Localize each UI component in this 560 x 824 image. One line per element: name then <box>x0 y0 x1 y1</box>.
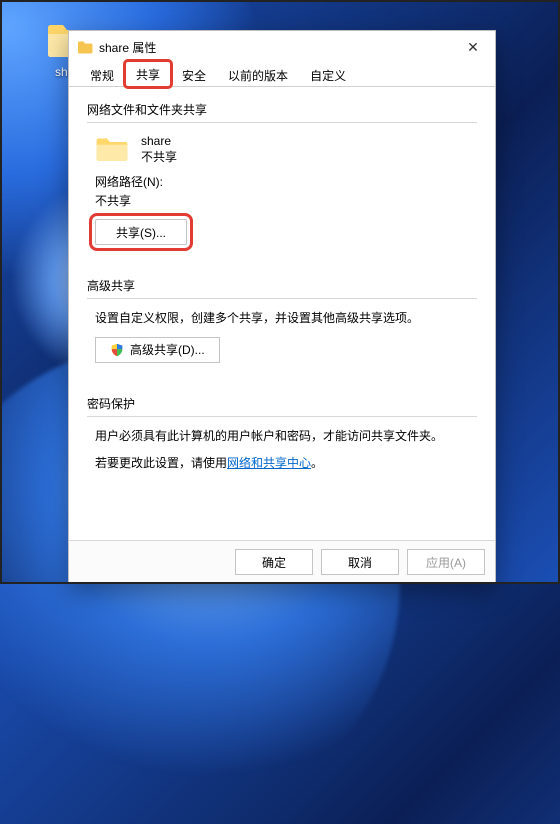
password-line2-suffix: 。 <box>311 456 323 470</box>
tab-body-sharing: 网络文件和文件夹共享 share 不共享 网络路径(N): 不共享 共享(S).… <box>69 87 495 540</box>
network-path-value: 不共享 <box>95 192 469 209</box>
tab-customize[interactable]: 自定义 <box>299 62 357 87</box>
tab-security[interactable]: 安全 <box>171 62 217 87</box>
password-line2: 若要更改此设置，请使用网络和共享中心。 <box>95 454 469 473</box>
advanced-sharing-desc: 设置自定义权限，创建多个共享，并设置其他高级共享选项。 <box>95 309 469 328</box>
share-button[interactable]: 共享(S)... <box>95 219 187 245</box>
dialog-button-row: 确定 取消 应用(A) <box>69 540 495 583</box>
properties-dialog: share 属性 ✕ 常规 共享 安全 以前的版本 自定义 网络文件和文件夹共享… <box>68 30 496 584</box>
network-sharing-center-link[interactable]: 网络和共享中心 <box>227 456 311 470</box>
group-advanced-sharing: 高级共享 设置自定义权限，创建多个共享，并设置其他高级共享选项。 高级共享(D)… <box>87 277 477 376</box>
tab-strip: 常规 共享 安全 以前的版本 自定义 <box>69 63 495 87</box>
advanced-sharing-button-label: 高级共享(D)... <box>130 341 205 358</box>
titlebar: share 属性 ✕ <box>69 31 495 63</box>
group-password-title: 密码保护 <box>87 395 477 412</box>
advanced-sharing-button[interactable]: 高级共享(D)... <box>95 337 220 363</box>
password-line1: 用户必须具有此计算机的用户帐户和密码，才能访问共享文件夹。 <box>95 427 469 446</box>
title-folder-icon <box>77 39 93 55</box>
close-button[interactable]: ✕ <box>459 33 487 61</box>
ok-button[interactable]: 确定 <box>235 549 313 575</box>
password-line2-prefix: 若要更改此设置，请使用 <box>95 456 227 470</box>
close-icon: ✕ <box>467 39 479 56</box>
folder-large-icon <box>95 135 129 163</box>
tab-general[interactable]: 常规 <box>79 62 125 87</box>
dialog-title: share 属性 <box>99 39 459 56</box>
group-advanced-title: 高级共享 <box>87 277 477 294</box>
group-network-sharing: 网络文件和文件夹共享 share 不共享 网络路径(N): 不共享 共享(S).… <box>87 101 477 259</box>
share-folder-name: share <box>141 133 177 149</box>
share-folder-state: 不共享 <box>141 149 177 165</box>
uac-shield-icon <box>110 343 124 357</box>
group-network-title: 网络文件和文件夹共享 <box>87 101 477 118</box>
tab-sharing[interactable]: 共享 <box>125 61 171 87</box>
cancel-button[interactable]: 取消 <box>321 549 399 575</box>
network-path-label: 网络路径(N): <box>95 173 469 190</box>
group-password-protection: 密码保护 用户必须具有此计算机的用户帐户和密码，才能访问共享文件夹。 若要更改此… <box>87 395 477 495</box>
apply-button[interactable]: 应用(A) <box>407 549 485 575</box>
tab-previous-versions[interactable]: 以前的版本 <box>217 62 299 87</box>
